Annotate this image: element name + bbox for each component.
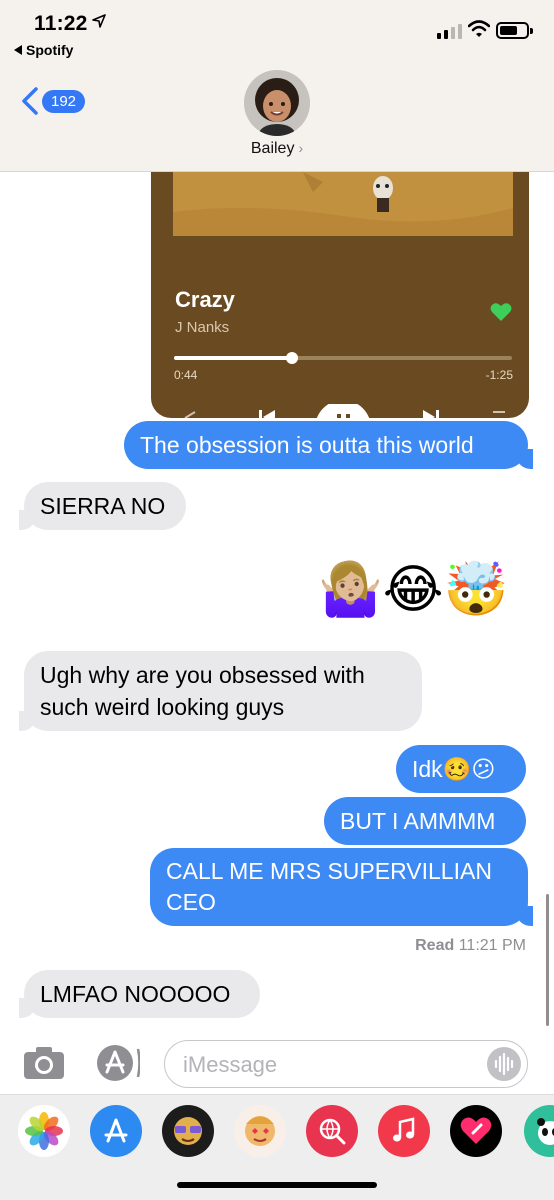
emoji-message[interactable]: 🤷🏼‍♀️😂🤯	[318, 560, 532, 620]
photos-icon[interactable]	[18, 1105, 70, 1157]
memoji-sticker-icon[interactable]	[234, 1105, 286, 1157]
emoji-text: 🤷🏼‍♀️😂🤯	[318, 560, 509, 620]
song-artist: J Nanks	[175, 319, 230, 336]
message-text: The obsession is outta this world	[140, 432, 474, 458]
received-message-bubble[interactable]: SIERRA NO	[19, 482, 186, 530]
imessage-placeholder: iMessage	[183, 1052, 278, 1077]
message-text: BUT I AMMMM	[340, 808, 496, 834]
memoji-avatar-icon	[244, 70, 310, 136]
time-remaining: -1:25	[485, 368, 513, 382]
playback-controls[interactable]	[171, 404, 511, 418]
progress-fill	[174, 356, 293, 360]
home-indicator[interactable]	[177, 1182, 377, 1188]
read-label: Read	[415, 937, 455, 954]
back-app-label: Spotify	[26, 42, 74, 58]
song-title: Crazy	[175, 287, 235, 312]
photos-flower-icon	[25, 1112, 63, 1150]
message-text: CALL ME MRS SUPERVILLIAN CEO	[166, 858, 492, 915]
chevron-left-icon	[22, 87, 38, 115]
received-message-bubble[interactable]: Ugh why are you obsessed with such weird…	[19, 651, 422, 731]
app-store-glyph	[104, 1118, 128, 1143]
sent-message-bubble[interactable]: The obsession is outta this world	[124, 421, 533, 469]
back-triangle-icon	[14, 45, 22, 55]
memoji-heart-eyes-icon	[245, 1116, 275, 1146]
progress-knob[interactable]	[286, 352, 299, 364]
memoji-sticker-icon[interactable]	[162, 1105, 214, 1157]
sent-message-bubble[interactable]: BUT I AMMMM	[324, 797, 526, 845]
received-message-bubble[interactable]: LMFAO NOOOOO	[19, 970, 260, 1018]
audio-record-button[interactable]	[487, 1047, 521, 1081]
location-arrow-icon	[92, 14, 106, 28]
battery-icon	[496, 22, 533, 39]
album-art	[173, 172, 513, 236]
contact-avatar[interactable]	[244, 70, 310, 136]
app-store-icon[interactable]	[90, 1105, 142, 1157]
scrollbar[interactable]	[546, 894, 549, 1026]
wifi-icon	[468, 20, 490, 37]
back-to-app-link[interactable]: Spotify	[14, 42, 73, 58]
sticker-app-icon[interactable]	[524, 1105, 554, 1157]
contact-name[interactable]: Bailey ›	[0, 140, 554, 158]
read-receipt: Read 11:21 PM	[415, 937, 526, 955]
sent-message-bubble[interactable]: CALL ME MRS SUPERVILLIAN CEO	[150, 848, 533, 926]
heart-touch-icon	[460, 1117, 492, 1144]
waveform-icon	[494, 1052, 514, 1076]
music-note-icon	[393, 1117, 415, 1142]
digital-touch-icon[interactable]	[450, 1105, 502, 1157]
message-text: Ugh why are you obsessed with such weird…	[40, 662, 365, 720]
playback-progress-bar[interactable]	[174, 352, 512, 364]
back-button[interactable]: 192	[20, 86, 86, 116]
message-text: SIERRA NO	[40, 493, 166, 519]
globe-search-icon	[319, 1118, 346, 1145]
sent-message-bubble[interactable]: Idk🥴😕	[396, 745, 526, 793]
message-text: LMFAO NOOOOO	[40, 981, 231, 1007]
memoji-glasses-icon	[174, 1117, 202, 1145]
imessage-input[interactable]: iMessage	[164, 1040, 528, 1088]
unread-count-badge: 192	[42, 89, 86, 113]
status-time: 11:22	[34, 12, 88, 35]
read-time: 11:21 PM	[458, 937, 526, 954]
app-store-icon[interactable]	[94, 1043, 140, 1083]
conversation-header: 11:22 Spotify 192 Bailey ›	[0, 0, 554, 172]
contact-name-label: Bailey	[250, 140, 295, 157]
time-elapsed: 0:44	[174, 368, 198, 382]
album-art-graphic	[173, 172, 513, 236]
music-icon[interactable]	[378, 1105, 430, 1157]
heart-icon[interactable]	[490, 302, 512, 322]
cellular-signal-icon	[437, 24, 462, 39]
camera-icon[interactable]	[22, 1045, 66, 1081]
web-search-icon[interactable]	[306, 1105, 358, 1157]
chevron-right-icon: ›	[298, 140, 304, 156]
spotify-share-card[interactable]: Crazy J Nanks 0:44 -1:25	[151, 172, 529, 418]
panda-sticker-icon	[537, 1118, 554, 1145]
message-text: Idk🥴😕	[412, 756, 496, 782]
